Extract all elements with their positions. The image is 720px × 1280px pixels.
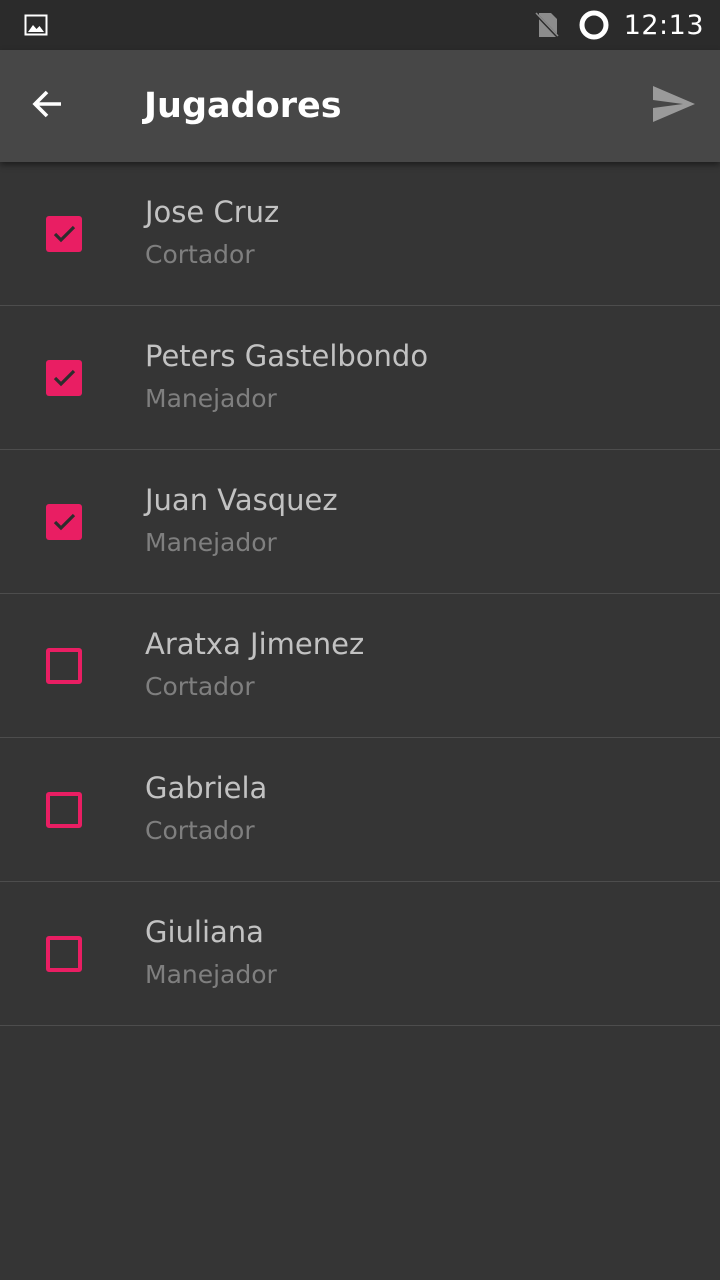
player-role: Manejador — [145, 528, 277, 557]
status-clock: 12:13 — [623, 9, 704, 41]
player-name: Jose Cruz — [145, 195, 280, 229]
player-role: Manejador — [145, 960, 277, 989]
app-bar: Jugadores — [0, 50, 720, 162]
player-name: Juan Vasquez — [145, 483, 338, 517]
player-name: Gabriela — [145, 771, 268, 805]
checkbox-checked[interactable] — [46, 360, 82, 396]
player-role: Cortador — [145, 672, 255, 701]
image-icon — [24, 13, 48, 37]
player-row[interactable]: Giuliana Manejador — [0, 882, 720, 1026]
check-icon — [53, 369, 76, 387]
player-name: Aratxa Jimenez — [145, 627, 365, 661]
player-role: Manejador — [145, 384, 277, 413]
player-row[interactable]: Gabriela Cortador — [0, 738, 720, 882]
checkbox-unchecked[interactable] — [46, 648, 82, 684]
checkbox-checked[interactable] — [46, 216, 82, 252]
player-row[interactable]: Juan Vasquez Manejador — [0, 450, 720, 594]
player-row[interactable]: Jose Cruz Cortador — [0, 162, 720, 306]
sync-ring-icon — [578, 9, 610, 41]
check-icon — [53, 513, 76, 531]
player-list: Jose Cruz Cortador Peters Gastelbondo Manej… — [0, 162, 720, 1026]
player-row[interactable]: Aratxa Jimenez Cortador — [0, 594, 720, 738]
arrow-back-icon — [30, 86, 66, 126]
player-role: Cortador — [145, 240, 255, 269]
player-name: Giuliana — [145, 915, 264, 949]
page-title: Jugadores — [144, 86, 342, 126]
checkbox-unchecked[interactable] — [46, 792, 82, 828]
send-button[interactable] — [648, 80, 700, 132]
checkbox-unchecked[interactable] — [46, 936, 82, 972]
send-icon — [652, 85, 696, 127]
checkbox-checked[interactable] — [46, 504, 82, 540]
player-name: Peters Gastelbondo — [145, 339, 429, 373]
back-button[interactable] — [24, 82, 72, 130]
status-icons: 12:13 — [534, 0, 704, 50]
player-row[interactable]: Peters Gastelbondo Manejador — [0, 306, 720, 450]
no-sim-icon — [534, 11, 560, 39]
check-icon — [53, 225, 76, 243]
status-bar: 12:13 — [0, 0, 720, 50]
player-role: Cortador — [145, 816, 255, 845]
